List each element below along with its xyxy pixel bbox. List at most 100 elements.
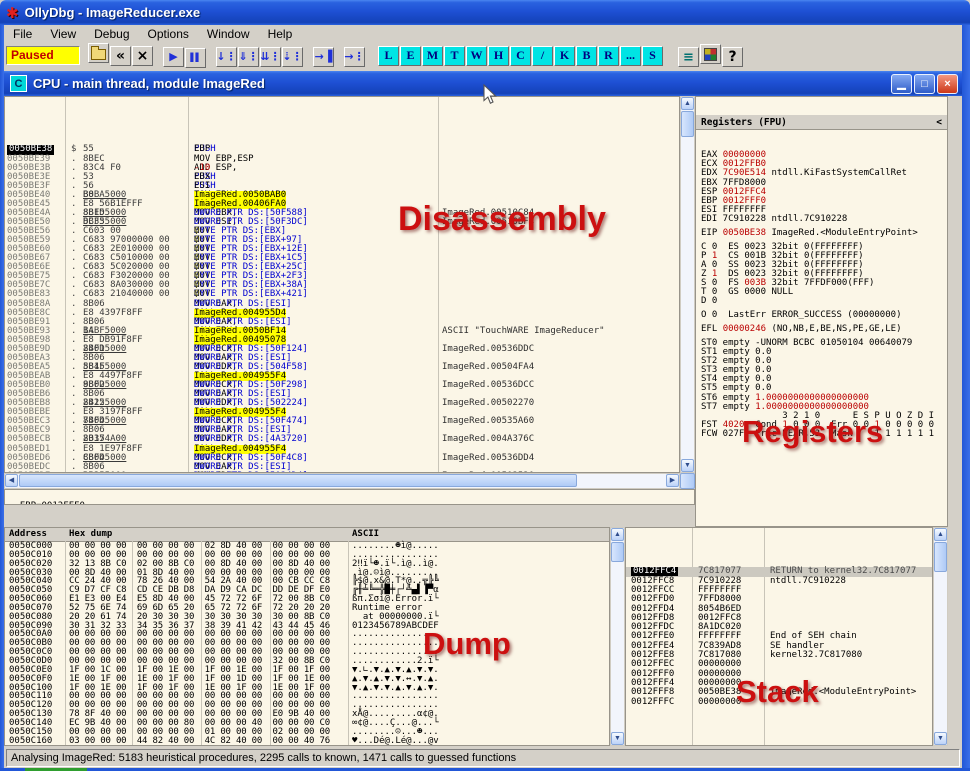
disasm-row[interactable]: 0050BEB0.8B0D 98F25000MOV ECX,DWORD PTR … bbox=[5, 381, 679, 390]
registers-header-label: Registers (FPU) bbox=[701, 118, 787, 127]
disasm-row[interactable]: 0050BE3B.83C4 F0ADD ESP,-10 bbox=[5, 164, 679, 173]
pause-button[interactable]: ▌▌ bbox=[185, 48, 206, 68]
run-button[interactable]: ▶ bbox=[163, 47, 184, 67]
registers-header: Registers (FPU) < bbox=[696, 115, 947, 130]
menu-options[interactable]: Options bbox=[139, 25, 198, 41]
scroll-up-icon[interactable]: ▲ bbox=[611, 528, 624, 541]
dump-header: Address Hex dump ASCII bbox=[5, 528, 609, 542]
menu-debug[interactable]: Debug bbox=[85, 25, 138, 41]
memory-window-button[interactable]: M bbox=[422, 46, 443, 66]
status-text: Analysing ImageRed: 5183 heuristical pro… bbox=[6, 749, 960, 767]
dump-row[interactable]: 0050C16003 00 00 00 44 82 40 00 4C 82 40… bbox=[5, 737, 609, 746]
executables-window-button[interactable]: E bbox=[400, 46, 421, 66]
info-pane[interactable]: EBP=0012FFF0 bbox=[4, 489, 695, 505]
toolbar-right-buttons: ≡? bbox=[678, 44, 744, 67]
step-into-button[interactable]: ↓⋮ bbox=[216, 47, 237, 67]
toolbar: Paused «×▶▌▌↓⋮⇓⋮⇊⋮⇣⋮→▐→⋮ LEMTWHC/KBR...S… bbox=[4, 43, 962, 68]
cpu-window-title: CPU - main thread, module ImageRed bbox=[33, 76, 889, 91]
dump-pane[interactable]: Address Hex dump ASCII 0050C00000 00 00 … bbox=[4, 527, 610, 746]
references-window-button[interactable]: R bbox=[598, 46, 619, 66]
register-line[interactable]: EDI 7C910228 ntdll.7C910228 bbox=[701, 215, 947, 224]
register-line[interactable]: EIP 0050BE38 ImageRed.<ModuleEntryPoint> bbox=[701, 229, 947, 238]
register-line[interactable]: EFL 00000246 (NO,NB,E,BE,NS,PE,GE,LE) bbox=[701, 325, 947, 334]
log-window-button[interactable]: L bbox=[378, 46, 399, 66]
window-title: OllyDbg - ImageReducer.exe bbox=[25, 5, 201, 20]
open-file-button[interactable] bbox=[88, 43, 109, 63]
register-line[interactable]: D 0 bbox=[701, 297, 947, 306]
go-to-button[interactable]: →⋮ bbox=[344, 47, 365, 67]
menu-window[interactable]: Window bbox=[198, 25, 259, 41]
step-over-button[interactable]: ⇓⋮ bbox=[238, 47, 259, 67]
annotation-dump: Dump bbox=[423, 626, 511, 662]
dump-header-ascii: ASCII bbox=[352, 530, 379, 539]
disasm-row[interactable]: 0050BED6.8B0D C8F45000MOV ECX,DWORD PTR … bbox=[5, 454, 679, 463]
folder-icon bbox=[91, 49, 106, 60]
restart-button[interactable]: « bbox=[110, 46, 131, 66]
windows-window-button[interactable]: W bbox=[466, 46, 487, 66]
disassembly-hscrollbar[interactable]: ◀ ▶ bbox=[4, 473, 680, 489]
maximize-button[interactable]: □ bbox=[914, 74, 935, 94]
annotation-disassembly: Disassembly bbox=[398, 200, 606, 239]
stack-vscrollbar[interactable]: ▲ ▼ bbox=[933, 527, 948, 746]
scroll-up-icon[interactable]: ▲ bbox=[681, 97, 694, 110]
scroll-down-icon[interactable]: ▼ bbox=[611, 732, 624, 745]
cpu-window-icon: C bbox=[10, 75, 27, 92]
minimize-button[interactable]: ▁ bbox=[891, 74, 912, 94]
main-titlebar[interactable]: ✱ OllyDbg - ImageReducer.exe bbox=[0, 0, 970, 25]
register-line[interactable]: T 0 GS 0000 NULL bbox=[701, 288, 947, 297]
annotation-registers: Registers bbox=[742, 414, 883, 450]
windows-list-button[interactable]: ≡ bbox=[678, 47, 699, 67]
dump-header-hex: Hex dump bbox=[69, 530, 112, 539]
mouse-cursor bbox=[483, 84, 497, 111]
threads-window-button[interactable]: T bbox=[444, 46, 465, 66]
disasm-row[interactable]: 0050BE83.C683 21040000 00MOV BYTE PTR DS… bbox=[5, 290, 679, 299]
menu-bar: FileViewDebugOptionsWindowHelp bbox=[4, 25, 962, 43]
color-grid-icon bbox=[704, 48, 717, 61]
appearance-button[interactable] bbox=[700, 44, 721, 64]
source-window-button[interactable]: S bbox=[642, 46, 663, 66]
handles-window-button[interactable]: H bbox=[488, 46, 509, 66]
register-line[interactable]: O 0 LastErr ERROR_SUCCESS (00000000) bbox=[701, 311, 947, 320]
close-program-button[interactable]: × bbox=[132, 46, 153, 66]
disasm-row[interactable]: 0050BE8C.E8 4397F8FFCALL ImageRed.004955… bbox=[5, 309, 679, 318]
scroll-left-icon[interactable]: ◀ bbox=[5, 474, 18, 487]
menu-view[interactable]: View bbox=[41, 25, 85, 41]
toolbar-icon-buttons: «× ▶▌▌ ↓⋮⇓⋮⇊⋮⇣⋮ →▐ →⋮ bbox=[88, 43, 366, 68]
execute-till-return-button[interactable]: →▐ bbox=[313, 47, 334, 67]
scroll-right-icon[interactable]: ▶ bbox=[666, 474, 679, 487]
disasm-row[interactable]: 0050BE9D.8B0D 24F15000MOV ECX,DWORD PTR … bbox=[5, 345, 679, 354]
disasm-row[interactable]: 0050BE38$55PUSH EBP bbox=[5, 145, 679, 154]
cpu-window-button[interactable]: C bbox=[510, 46, 531, 66]
registers-pane[interactable]: Registers (FPU) < EAX 00000000ECX 0012FF… bbox=[695, 96, 948, 527]
close-button[interactable]: × bbox=[937, 74, 958, 94]
disasm-row[interactable]: 0050BE3E.53PUSH EBX bbox=[5, 173, 679, 182]
breakpoints-window-button[interactable]: B bbox=[576, 46, 597, 66]
menu-help[interactable]: Help bbox=[259, 25, 302, 41]
disassembly-vscrollbar[interactable]: ▲ ▼ bbox=[680, 96, 695, 473]
menu-file[interactable]: File bbox=[4, 25, 41, 41]
scroll-thumb[interactable] bbox=[611, 542, 624, 562]
help-button[interactable]: ? bbox=[722, 47, 743, 67]
status-bar: Analysing ImageRed: 5183 heuristical pro… bbox=[4, 748, 962, 768]
window-frame-right bbox=[962, 25, 970, 768]
dump-header-address: Address bbox=[9, 530, 47, 539]
scroll-up-icon[interactable]: ▲ bbox=[934, 528, 947, 541]
annotation-stack: Stack bbox=[736, 674, 819, 710]
scroll-thumb[interactable] bbox=[681, 111, 694, 137]
animate-over-button[interactable]: ⇣⋮ bbox=[282, 47, 303, 67]
scroll-down-icon[interactable]: ▼ bbox=[934, 732, 947, 745]
stack-pane[interactable]: 0012FFC47C817077RETURN to kernel32.7C817… bbox=[625, 527, 933, 746]
patches-window-button[interactable]: / bbox=[532, 46, 553, 66]
dump-vscrollbar[interactable]: ▲ ▼ bbox=[610, 527, 625, 746]
animate-into-button[interactable]: ⇊⋮ bbox=[260, 47, 281, 67]
scrollbar-corner bbox=[680, 473, 695, 489]
scroll-thumb[interactable] bbox=[934, 542, 947, 572]
disasm-row[interactable]: 0050BEC3.8B0D 74F45000MOV ECX,DWORD PTR … bbox=[5, 417, 679, 426]
call-stack-window-button[interactable]: K bbox=[554, 46, 575, 66]
scroll-down-icon[interactable]: ▼ bbox=[681, 459, 694, 472]
run-trace-window-button[interactable]: ... bbox=[620, 46, 641, 66]
collapse-icon[interactable]: < bbox=[936, 118, 942, 127]
disassembly-pane[interactable]: 0050BE38$55PUSH EBP0050BE39.8BECMOV EBP,… bbox=[4, 96, 680, 473]
scroll-thumb[interactable] bbox=[19, 474, 577, 487]
ollydbg-logo-icon: ✱ bbox=[6, 4, 19, 22]
